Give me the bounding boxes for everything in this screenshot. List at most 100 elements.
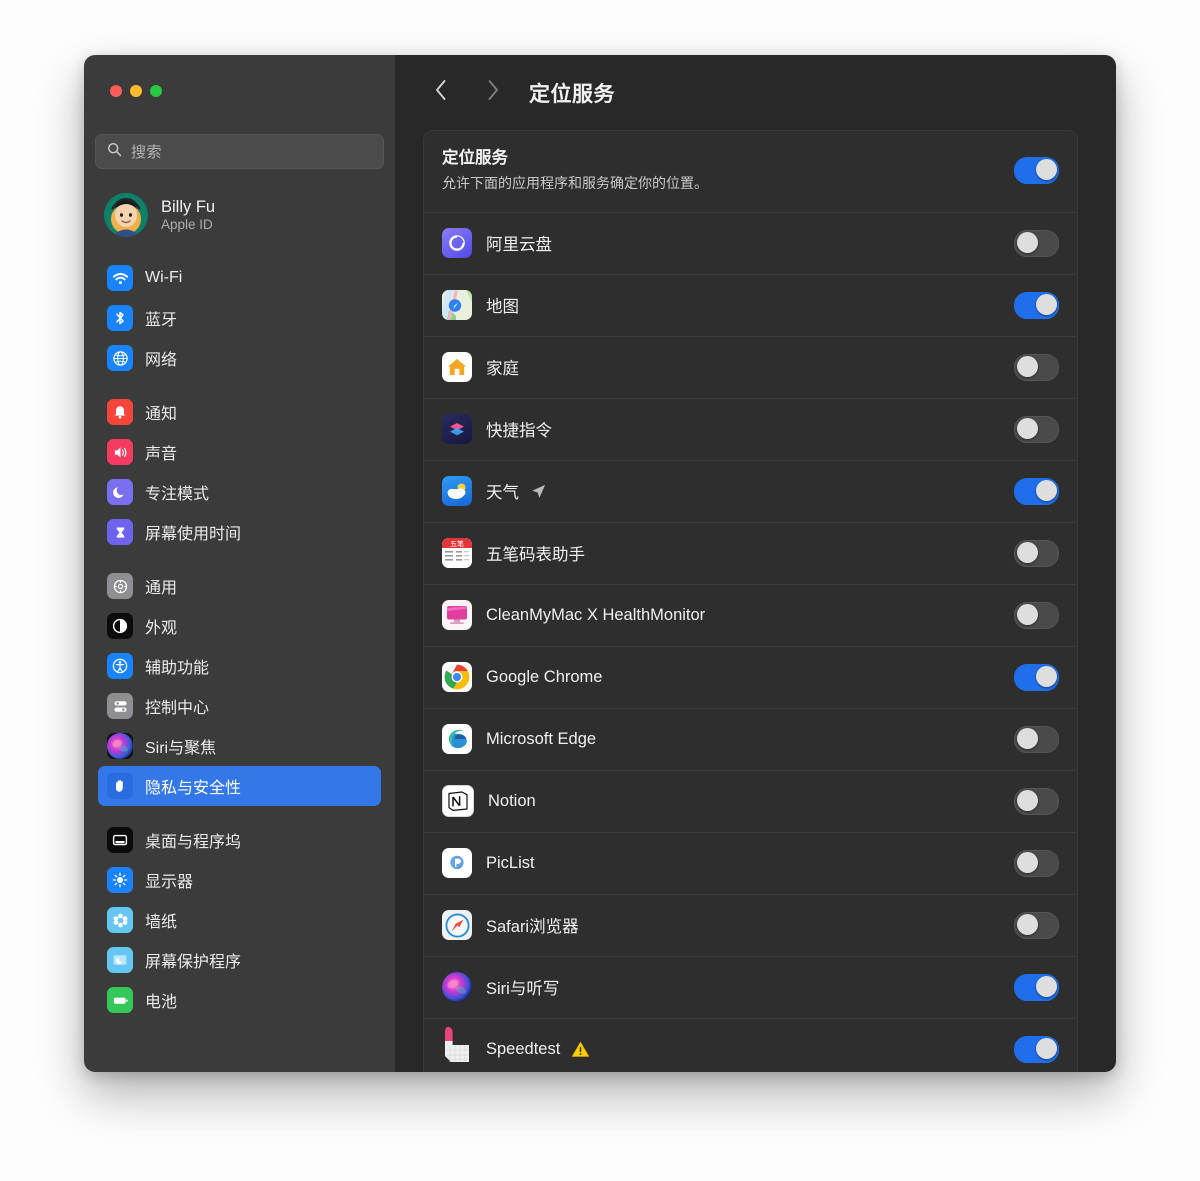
- apple-id-account-row[interactable]: Billy Fu Apple ID: [98, 187, 378, 243]
- app-location-toggle[interactable]: [1014, 787, 1059, 815]
- sidebar-item-privacy-security[interactable]: 隐私与安全性: [98, 766, 381, 806]
- desktop-background: 搜索 Billy Fu Apple ID Wi-Fi 蓝牙 网络 通知 声音 专…: [0, 0, 1200, 1181]
- appearance-icon: [107, 613, 133, 639]
- sidebar-item-general[interactable]: 通用: [98, 566, 381, 606]
- system-settings-window: 搜索 Billy Fu Apple ID Wi-Fi 蓝牙 网络 通知 声音 专…: [84, 55, 1116, 1072]
- table-row: Siri与听写: [424, 955, 1077, 1018]
- sidebar-item-battery[interactable]: 电池: [98, 980, 381, 1020]
- toggle-knob: [1035, 159, 1057, 181]
- table-row: 天气: [424, 459, 1077, 522]
- safari-icon: [442, 910, 472, 941]
- table-row: Google Chrome: [424, 645, 1077, 708]
- control-center-icon: [107, 693, 133, 719]
- sidebar-item-network[interactable]: 网络: [98, 338, 381, 378]
- master-text: 定位服务 允许下面的应用程序和服务确定你的位置。: [442, 147, 1014, 194]
- sidebar-item-wallpaper[interactable]: 墙纸: [98, 900, 381, 940]
- pane-titlebar: 定位服务: [395, 55, 1116, 130]
- sidebar-item-label: 电池: [145, 994, 178, 1011]
- main-pane: 定位服务 定位服务 允许下面的应用程序和服务确定你的位置。 阿里云盘 地图 家庭…: [395, 55, 1116, 1072]
- window-traffic-lights: [110, 85, 162, 97]
- table-row: Microsoft Edge: [424, 707, 1077, 770]
- sidebar: 搜索 Billy Fu Apple ID Wi-Fi 蓝牙 网络 通知 声音 专…: [84, 55, 395, 1072]
- table-row: PicList: [424, 831, 1077, 894]
- bell-icon: [107, 399, 133, 425]
- wubi-icon: 五笔: [442, 538, 472, 569]
- sidebar-item-label: 专注模式: [145, 486, 210, 503]
- app-name: 家庭: [486, 360, 519, 379]
- sidebar-item-appearance[interactable]: 外观: [98, 606, 381, 646]
- chevron-right-icon: [486, 79, 500, 106]
- app-name: 天气: [486, 484, 519, 503]
- back-button[interactable]: [421, 76, 461, 110]
- sidebar-item-accessibility[interactable]: 辅助功能: [98, 646, 381, 686]
- weather-icon: [442, 476, 472, 507]
- search-container: 搜索: [95, 134, 384, 169]
- sidebar-group-display: 桌面与程序坞 显示器 墙纸 屏幕保护程序 电池: [98, 820, 381, 1020]
- app-name: Siri与听写: [486, 980, 560, 999]
- app-location-toggle[interactable]: [1014, 539, 1059, 567]
- toggle-knob: [1016, 232, 1038, 254]
- toggle-knob: [1016, 542, 1038, 564]
- close-button[interactable]: [110, 85, 122, 97]
- app-location-toggle[interactable]: [1014, 353, 1059, 381]
- desktop-dock-icon: [107, 827, 133, 853]
- app-location-toggle[interactable]: [1014, 477, 1059, 505]
- app-location-toggle[interactable]: [1014, 973, 1059, 1001]
- sidebar-item-sound[interactable]: 声音: [98, 432, 381, 472]
- sidebar-item-siri-spotlight[interactable]: Siri与聚焦: [98, 726, 381, 766]
- app-location-toggle[interactable]: [1014, 229, 1059, 257]
- app-location-toggle[interactable]: [1014, 415, 1059, 443]
- app-location-toggle[interactable]: [1014, 725, 1059, 753]
- screensaver-icon: [107, 947, 133, 973]
- toggle-knob: [1016, 728, 1038, 750]
- battery-icon: [107, 987, 133, 1013]
- sidebar-item-label: 控制中心: [145, 700, 210, 717]
- sidebar-item-screensaver[interactable]: 屏幕保护程序: [98, 940, 381, 980]
- sidebar-item-screen-time[interactable]: 屏幕使用时间: [98, 512, 381, 552]
- svg-text:五笔: 五笔: [450, 539, 464, 548]
- app-location-toggle[interactable]: [1014, 601, 1059, 629]
- shortcuts-icon: [442, 414, 472, 445]
- sidebar-item-focus[interactable]: 专注模式: [98, 472, 381, 512]
- app-location-toggle[interactable]: [1014, 911, 1059, 939]
- sidebar-item-label: 屏幕保护程序: [145, 954, 242, 971]
- location-services-master-row: 定位服务 允许下面的应用程序和服务确定你的位置。: [424, 131, 1077, 212]
- app-location-toggle[interactable]: [1014, 291, 1059, 319]
- zoom-button[interactable]: [150, 85, 162, 97]
- app-location-toggle[interactable]: [1014, 1035, 1059, 1063]
- sidebar-item-label: 外观: [145, 620, 178, 637]
- toggle-knob: [1035, 1038, 1057, 1060]
- moon-icon: [107, 479, 133, 505]
- search-input[interactable]: 搜索: [95, 134, 384, 169]
- toggle-knob: [1016, 852, 1038, 874]
- sidebar-group-system: 通用 外观 辅助功能 控制中心 Siri与聚焦 隐私与安全性: [98, 566, 381, 806]
- minimize-button[interactable]: [130, 85, 142, 97]
- sidebar-item-label: 显示器: [145, 874, 194, 891]
- app-location-toggle[interactable]: [1014, 663, 1059, 691]
- forward-button[interactable]: [473, 76, 513, 110]
- app-name: Speedtest: [486, 1039, 561, 1058]
- app-name: Safari浏览器: [486, 918, 579, 937]
- bluetooth-icon: [107, 305, 133, 331]
- speedtest-icon: [442, 1027, 472, 1064]
- hourglass-icon: [107, 519, 133, 545]
- sidebar-item-displays[interactable]: 显示器: [98, 860, 381, 900]
- cleanmymac-icon: [442, 600, 472, 631]
- sidebar-item-label: 声音: [145, 446, 178, 463]
- chevron-left-icon: [434, 79, 448, 106]
- search-placeholder: 搜索: [131, 144, 163, 161]
- sidebar-item-wifi[interactable]: Wi-Fi: [98, 258, 381, 298]
- location-services-master-toggle[interactable]: [1014, 156, 1059, 184]
- sidebar-item-control-center[interactable]: 控制中心: [98, 686, 381, 726]
- sidebar-group-alerts: 通知 声音 专注模式 屏幕使用时间: [98, 392, 381, 552]
- app-name: Microsoft Edge: [486, 729, 597, 748]
- sidebar-item-label: 通用: [145, 580, 178, 597]
- account-subtitle: Apple ID: [161, 216, 213, 232]
- app-name: PicList: [486, 853, 535, 872]
- sidebar-item-notifications[interactable]: 通知: [98, 392, 381, 432]
- sidebar-item-desktop-dock[interactable]: 桌面与程序坞: [98, 820, 381, 860]
- wallpaper-icon: [107, 907, 133, 933]
- app-location-toggle[interactable]: [1014, 849, 1059, 877]
- sidebar-item-bluetooth[interactable]: 蓝牙: [98, 298, 381, 338]
- sidebar-item-label: 屏幕使用时间: [145, 526, 242, 543]
